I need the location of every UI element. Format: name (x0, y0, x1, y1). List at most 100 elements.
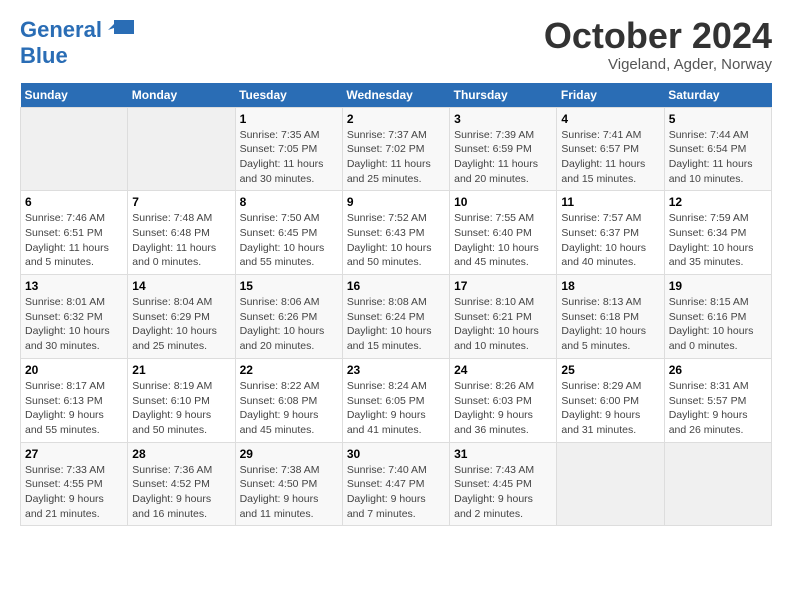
day-info: Sunrise: 7:37 AM Sunset: 7:02 PM Dayligh… (347, 129, 431, 185)
header-day-wednesday: Wednesday (342, 83, 449, 108)
day-info: Sunrise: 8:04 AM Sunset: 6:29 PM Dayligh… (132, 296, 217, 352)
day-info: Sunrise: 8:26 AM Sunset: 6:03 PM Dayligh… (454, 380, 534, 436)
day-number: 3 (454, 112, 552, 126)
day-cell: 28 Sunrise: 7:36 AM Sunset: 4:52 PM Dayli… (128, 442, 235, 526)
day-number: 21 (132, 363, 230, 377)
week-row-2: 6Sunrise: 7:46 AM Sunset: 6:51 PM Daylig… (21, 191, 772, 275)
day-number: 7 (132, 195, 230, 209)
header-day-friday: Friday (557, 83, 664, 108)
header-day-thursday: Thursday (450, 83, 557, 108)
day-info: Sunrise: 7:48 AM Sunset: 6:48 PM Dayligh… (132, 212, 216, 268)
day-number: 24 (454, 363, 552, 377)
day-number: 23 (347, 363, 445, 377)
day-cell (664, 442, 771, 526)
logo-text2: Blue (20, 43, 68, 68)
day-cell: 22 Sunrise: 8:22 AM Sunset: 6:08 PM Dayli… (235, 358, 342, 442)
day-cell: 10 Sunrise: 7:55 AM Sunset: 6:40 PM Dayli… (450, 191, 557, 275)
day-cell: 6Sunrise: 7:46 AM Sunset: 6:51 PM Daylig… (21, 191, 128, 275)
day-number: 28 (132, 447, 230, 461)
day-cell: 25 Sunrise: 8:29 AM Sunset: 6:00 PM Dayli… (557, 358, 664, 442)
day-cell: 15 Sunrise: 8:06 AM Sunset: 6:26 PM Dayli… (235, 275, 342, 359)
day-cell: 30 Sunrise: 7:40 AM Sunset: 4:47 PM Dayli… (342, 442, 449, 526)
logo-text: General (20, 18, 102, 42)
day-cell: 9 Sunrise: 7:52 AM Sunset: 6:43 PM Daylig… (342, 191, 449, 275)
day-number: 26 (669, 363, 767, 377)
day-cell: 8Sunrise: 7:50 AM Sunset: 6:45 PM Daylig… (235, 191, 342, 275)
day-info: Sunrise: 8:24 AM Sunset: 6:05 PM Dayligh… (347, 380, 427, 436)
day-info: Sunrise: 8:31 AM Sunset: 5:57 PM Dayligh… (669, 380, 749, 436)
day-number: 18 (561, 279, 659, 293)
day-number: 8 (240, 195, 338, 209)
header-day-sunday: Sunday (21, 83, 128, 108)
day-cell: 14 Sunrise: 8:04 AM Sunset: 6:29 PM Dayli… (128, 275, 235, 359)
day-cell: 3Sunrise: 7:39 AM Sunset: 6:59 PM Daylig… (450, 107, 557, 191)
day-number: 29 (240, 447, 338, 461)
day-number: 10 (454, 195, 552, 209)
title-block: October 2024 Vigeland, Agder, Norway (544, 16, 772, 73)
day-cell: 7 Sunrise: 7:48 AM Sunset: 6:48 PM Daylig… (128, 191, 235, 275)
day-number: 30 (347, 447, 445, 461)
logo: General Blue (20, 16, 138, 68)
day-info: Sunrise: 7:57 AM Sunset: 6:37 PM Dayligh… (561, 212, 646, 268)
week-row-4: 20 Sunrise: 8:17 AM Sunset: 6:13 PM Dayli… (21, 358, 772, 442)
day-number: 11 (561, 195, 659, 209)
day-info: Sunrise: 7:33 AM Sunset: 4:55 PM Dayligh… (25, 464, 105, 520)
logo-icon (106, 16, 138, 44)
subtitle: Vigeland, Agder, Norway (544, 56, 772, 73)
day-info: Sunrise: 8:06 AM Sunset: 6:26 PM Dayligh… (240, 296, 325, 352)
header-day-tuesday: Tuesday (235, 83, 342, 108)
day-cell: 11 Sunrise: 7:57 AM Sunset: 6:37 PM Dayli… (557, 191, 664, 275)
day-cell (128, 107, 235, 191)
day-number: 5 (669, 112, 767, 126)
main-title: October 2024 (544, 16, 772, 56)
day-cell: 2Sunrise: 7:37 AM Sunset: 7:02 PM Daylig… (342, 107, 449, 191)
day-info: Sunrise: 7:52 AM Sunset: 6:43 PM Dayligh… (347, 212, 432, 268)
day-cell: 13 Sunrise: 8:01 AM Sunset: 6:32 PM Dayli… (21, 275, 128, 359)
day-info: Sunrise: 7:35 AM Sunset: 7:05 PM Dayligh… (240, 129, 324, 185)
day-info: Sunrise: 7:36 AM Sunset: 4:52 PM Dayligh… (132, 464, 212, 520)
day-number: 15 (240, 279, 338, 293)
day-number: 9 (347, 195, 445, 209)
day-info: Sunrise: 7:46 AM Sunset: 6:51 PM Dayligh… (25, 212, 109, 268)
day-cell (557, 442, 664, 526)
day-cell: 20 Sunrise: 8:17 AM Sunset: 6:13 PM Dayli… (21, 358, 128, 442)
day-cell: 16Sunrise: 8:08 AM Sunset: 6:24 PM Dayli… (342, 275, 449, 359)
day-info: Sunrise: 8:22 AM Sunset: 6:08 PM Dayligh… (240, 380, 320, 436)
header: General Blue October 2024 Vigeland, Agde… (20, 16, 772, 73)
header-day-saturday: Saturday (664, 83, 771, 108)
week-row-3: 13 Sunrise: 8:01 AM Sunset: 6:32 PM Dayli… (21, 275, 772, 359)
day-info: Sunrise: 7:44 AM Sunset: 6:54 PM Dayligh… (669, 129, 753, 185)
day-info: Sunrise: 7:41 AM Sunset: 6:57 PM Dayligh… (561, 129, 645, 185)
day-info: Sunrise: 7:43 AM Sunset: 4:45 PM Dayligh… (454, 464, 534, 520)
day-number: 25 (561, 363, 659, 377)
header-row: SundayMondayTuesdayWednesdayThursdayFrid… (21, 83, 772, 108)
day-cell: 18 Sunrise: 8:13 AM Sunset: 6:18 PM Dayli… (557, 275, 664, 359)
day-cell: 19 Sunrise: 8:15 AM Sunset: 6:16 PM Dayli… (664, 275, 771, 359)
day-cell: 1 Sunrise: 7:35 AM Sunset: 7:05 PM Daylig… (235, 107, 342, 191)
day-cell: 17Sunrise: 8:10 AM Sunset: 6:21 PM Dayli… (450, 275, 557, 359)
day-number: 22 (240, 363, 338, 377)
day-info: Sunrise: 7:59 AM Sunset: 6:34 PM Dayligh… (669, 212, 754, 268)
day-cell: 29Sunrise: 7:38 AM Sunset: 4:50 PM Dayli… (235, 442, 342, 526)
day-info: Sunrise: 8:13 AM Sunset: 6:18 PM Dayligh… (561, 296, 646, 352)
calendar-table: SundayMondayTuesdayWednesdayThursdayFrid… (20, 83, 772, 527)
day-number: 14 (132, 279, 230, 293)
day-info: Sunrise: 7:40 AM Sunset: 4:47 PM Dayligh… (347, 464, 427, 520)
day-cell: 23 Sunrise: 8:24 AM Sunset: 6:05 PM Dayli… (342, 358, 449, 442)
day-info: Sunrise: 8:01 AM Sunset: 6:32 PM Dayligh… (25, 296, 110, 352)
day-cell: 12Sunrise: 7:59 AM Sunset: 6:34 PM Dayli… (664, 191, 771, 275)
week-row-1: 1 Sunrise: 7:35 AM Sunset: 7:05 PM Daylig… (21, 107, 772, 191)
day-number: 19 (669, 279, 767, 293)
day-info: Sunrise: 8:17 AM Sunset: 6:13 PM Dayligh… (25, 380, 105, 436)
day-info: Sunrise: 7:55 AM Sunset: 6:40 PM Dayligh… (454, 212, 539, 268)
day-number: 20 (25, 363, 123, 377)
day-number: 1 (240, 112, 338, 126)
day-number: 13 (25, 279, 123, 293)
day-info: Sunrise: 8:29 AM Sunset: 6:00 PM Dayligh… (561, 380, 641, 436)
day-cell: 31 Sunrise: 7:43 AM Sunset: 4:45 PM Dayli… (450, 442, 557, 526)
week-row-5: 27Sunrise: 7:33 AM Sunset: 4:55 PM Dayli… (21, 442, 772, 526)
day-info: Sunrise: 8:15 AM Sunset: 6:16 PM Dayligh… (669, 296, 754, 352)
day-number: 4 (561, 112, 659, 126)
day-number: 31 (454, 447, 552, 461)
page: General Blue October 2024 Vigeland, Agde… (0, 0, 792, 536)
